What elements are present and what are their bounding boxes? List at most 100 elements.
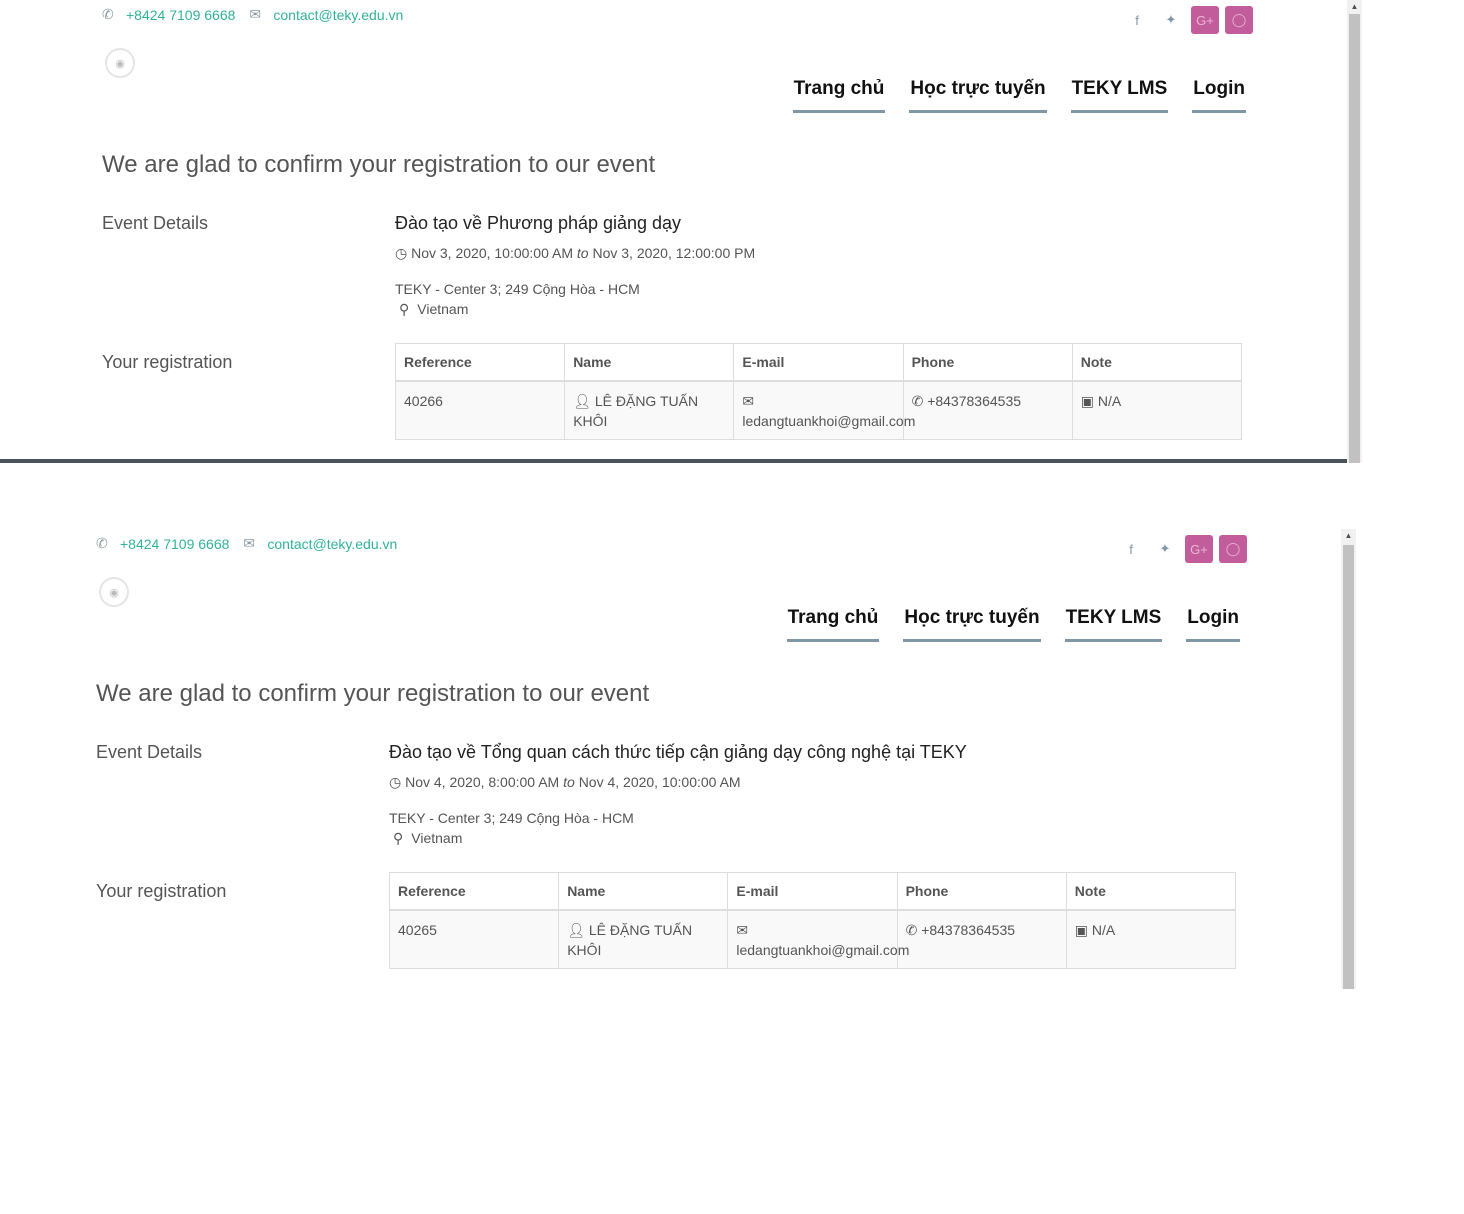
table-row: 40266 👤︎ LÊ ĐẶNG TUẤN KHÔI ✉ ledangtuankh… — [394, 380, 1243, 440]
social-links: f ✦ G+ ◯ — [1117, 535, 1247, 563]
col-reference: Reference — [388, 872, 560, 911]
page-content: ✆ +8424 7109 6668 ✉ contact@teky.edu.vn … — [90, 529, 1250, 989]
facebook-icon[interactable]: f — [1123, 6, 1151, 34]
confirmation-screen-2: ✆ +8424 7109 6668 ✉ contact@teky.edu.vn … — [0, 529, 1464, 989]
camera-logo-icon[interactable]: ◉ — [105, 48, 135, 78]
phone-icon: ✆ — [905, 922, 918, 938]
registrant-name: LÊ ĐẶNG TUẤN KHÔI — [573, 393, 699, 429]
note-cell: ▣ N/A — [1071, 380, 1243, 440]
phone-cell: ✆ +84378364535 — [902, 380, 1073, 440]
event-country: ⚲ Vietnam — [393, 830, 462, 847]
registrant-note: N/A — [1091, 922, 1116, 938]
registrant-phone: +84378364535 — [927, 393, 1022, 409]
nav-home[interactable]: Trang chủ — [792, 78, 886, 113]
scrollbar-thumb[interactable] — [1349, 14, 1360, 463]
github-icon[interactable]: ◯ — [1225, 6, 1253, 34]
nav-teky-lms[interactable]: TEKY LMS — [1070, 78, 1169, 113]
footer-divider — [0, 459, 1347, 463]
page-title: We are glad to confirm your registration… — [102, 151, 656, 178]
to-word: to — [563, 774, 575, 790]
user-icon: 👤︎ — [573, 393, 591, 409]
col-name: Name — [564, 343, 735, 382]
main-nav: Trang chủ Học trực tuyến TEKY LMS Login — [792, 78, 1246, 113]
registrant-email: ledangtuankhoi@gmail.com — [742, 413, 916, 429]
registrant-email: ledangtuankhoi@gmail.com — [736, 942, 910, 958]
envelope-icon: ✉ — [243, 535, 256, 551]
to-word: to — [576, 245, 589, 261]
envelope-icon: ✉ — [249, 6, 262, 22]
registrant-phone: +84378364535 — [921, 922, 1016, 938]
event-title: Đào tạo về Phương pháp giảng dạy — [395, 213, 682, 233]
google-plus-icon[interactable]: G+ — [1185, 535, 1213, 563]
your-registration-label: Your registration — [102, 352, 233, 372]
phone-link[interactable]: +8424 7109 6668 — [120, 536, 229, 552]
event-details-label: Event Details — [102, 213, 209, 233]
registration-table: Reference Name E-mail Phone Note 40265 👤… — [388, 872, 1237, 969]
clock-icon: ◷ — [395, 245, 408, 261]
page-title: We are glad to confirm your registration… — [96, 680, 650, 707]
email-cell: ✉ ledangtuankhoi@gmail.com — [727, 909, 909, 969]
phone-icon: ✆ — [96, 535, 108, 551]
camera-logo-icon[interactable]: ◉ — [99, 577, 129, 607]
registrant-note: N/A — [1097, 393, 1122, 409]
phone-cell: ✆ +84378364535 — [896, 909, 1067, 969]
phone-link[interactable]: +8424 7109 6668 — [126, 7, 235, 23]
contact-bar: ✆ +8424 7109 6668 ✉ contact@teky.edu.vn — [96, 535, 411, 552]
email-link[interactable]: contact@teky.edu.vn — [267, 536, 397, 552]
social-links: f ✦ G+ ◯ — [1123, 6, 1253, 34]
nav-home[interactable]: Trang chủ — [786, 607, 880, 642]
map-marker-icon: ⚲ — [399, 301, 410, 317]
event-details-label: Event Details — [96, 742, 203, 762]
country-name: Vietnam — [411, 830, 463, 846]
confirmation-screen-1: ✆ +8424 7109 6668 ✉ contact@teky.edu.vn … — [0, 0, 1464, 463]
github-icon[interactable]: ◯ — [1219, 535, 1247, 563]
table-header-row: Reference Name E-mail Phone Note — [388, 872, 1237, 911]
registrant-name: LÊ ĐẶNG TUẤN KHÔI — [567, 922, 693, 958]
main-nav: Trang chủ Học trực tuyến TEKY LMS Login — [786, 607, 1240, 642]
vertical-scrollbar[interactable]: ▲ — [1341, 529, 1356, 989]
note-cell: ▣ N/A — [1065, 909, 1237, 969]
envelope-icon: ✉ — [742, 393, 755, 409]
nav-login[interactable]: Login — [1192, 78, 1246, 113]
scroll-up-arrow-icon[interactable]: ▲ — [1341, 531, 1356, 540]
col-phone: Phone — [896, 872, 1067, 911]
your-registration-label: Your registration — [96, 881, 227, 901]
twitter-icon[interactable]: ✦ — [1157, 6, 1185, 34]
twitter-icon[interactable]: ✦ — [1151, 535, 1179, 563]
nav-teky-lms[interactable]: TEKY LMS — [1064, 607, 1163, 642]
note-icon: ▣ — [1074, 922, 1088, 938]
event-country: ⚲ Vietnam — [399, 301, 468, 318]
col-name: Name — [558, 872, 729, 911]
email-link[interactable]: contact@teky.edu.vn — [273, 7, 403, 23]
reference-cell: 40265 — [388, 909, 560, 969]
nav-online-learning[interactable]: Học trực tuyến — [903, 607, 1041, 642]
facebook-icon[interactable]: f — [1117, 535, 1145, 563]
registration-table: Reference Name E-mail Phone Note 40266 👤… — [394, 343, 1243, 440]
col-note: Note — [1065, 872, 1237, 911]
col-phone: Phone — [902, 343, 1073, 382]
nav-login[interactable]: Login — [1186, 607, 1240, 642]
envelope-icon: ✉ — [736, 922, 749, 938]
phone-icon: ✆ — [911, 393, 924, 409]
nav-online-learning[interactable]: Học trực tuyến — [909, 78, 1047, 113]
google-plus-icon[interactable]: G+ — [1191, 6, 1219, 34]
event-address: TEKY - Center 3; 249 Cộng Hòa - HCM — [389, 810, 634, 826]
event-title: Đào tạo về Tổng quan cách thức tiếp cận … — [389, 742, 967, 762]
user-icon: 👤︎ — [567, 922, 585, 938]
clock-icon: ◷ — [389, 774, 402, 790]
name-cell: 👤︎ LÊ ĐẶNG TUẤN KHÔI — [558, 909, 729, 969]
col-email: E-mail — [727, 872, 898, 911]
vertical-scrollbar[interactable]: ▲ — [1347, 0, 1362, 463]
country-name: Vietnam — [417, 301, 469, 317]
scrollbar-thumb[interactable] — [1343, 545, 1354, 989]
reference-cell: 40266 — [394, 380, 566, 440]
col-note: Note — [1071, 343, 1243, 382]
table-row: 40265 👤︎ LÊ ĐẶNG TUẤN KHÔI ✉ ledangtuankh… — [388, 909, 1237, 969]
page-content: ✆ +8424 7109 6668 ✉ contact@teky.edu.vn … — [96, 0, 1256, 463]
event-end: Nov 3, 2020, 12:00:00 PM — [592, 245, 756, 261]
event-end: Nov 4, 2020, 10:00:00 AM — [578, 774, 741, 790]
table-header-row: Reference Name E-mail Phone Note — [394, 343, 1243, 382]
scroll-up-arrow-icon[interactable]: ▲ — [1347, 2, 1362, 11]
phone-icon: ✆ — [102, 6, 114, 22]
name-cell: 👤︎ LÊ ĐẶNG TUẤN KHÔI — [564, 380, 735, 440]
